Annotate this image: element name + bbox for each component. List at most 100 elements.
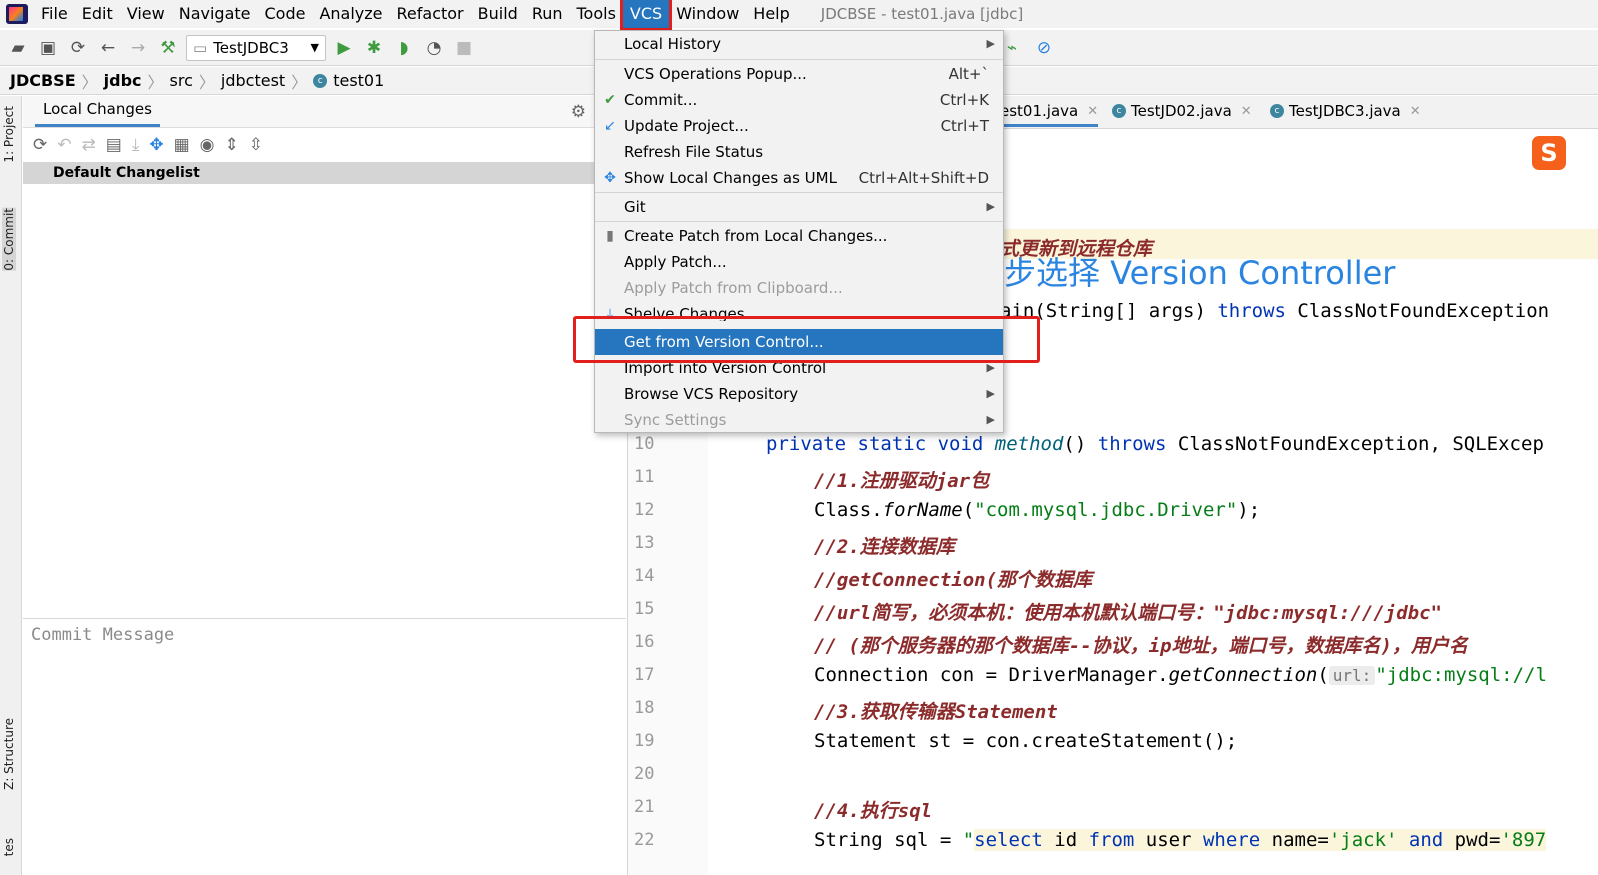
tab-testjd02[interactable]: c TestJD02.java ✕ bbox=[1112, 102, 1252, 120]
expand-all-icon[interactable]: ⇕ bbox=[224, 135, 238, 155]
menu-item-commit[interactable]: ✔ Commit... Ctrl+K bbox=[595, 87, 1003, 113]
code-line-18: //3.获取传输器Statement bbox=[814, 701, 1058, 723]
code-line-12: Class.forName("com.mysql.jdbc.Driver"); bbox=[814, 499, 1261, 521]
tool-tab-project[interactable]: 1: Project bbox=[2, 106, 16, 163]
breadcrumb-item[interactable]: jdbc bbox=[104, 71, 142, 90]
tool-tab-favorites[interactable]: tes bbox=[2, 838, 16, 856]
no-entry-icon[interactable]: ⊘ bbox=[1032, 36, 1056, 60]
code-line-19: Statement st = con.createStatement(); bbox=[814, 730, 1238, 752]
default-changelist[interactable]: Default Changelist bbox=[23, 162, 626, 184]
line-number: 17 bbox=[634, 665, 655, 685]
menubar: File Edit View Navigate Code Analyze Ref… bbox=[0, 0, 1598, 31]
tab-label: TestJDBC3.java bbox=[1289, 102, 1401, 120]
code-line-17: Connection con = DriverManager.getConnec… bbox=[814, 664, 1547, 686]
menu-item-vcs-ops-popup[interactable]: VCS Operations Popup... Alt+` bbox=[595, 61, 1003, 87]
run-config-label: TestJDBC3 bbox=[213, 38, 289, 57]
menu-item-local-history[interactable]: Local History ▶ bbox=[595, 31, 1003, 57]
tab-test01[interactable]: est01.java ✕ bbox=[1000, 102, 1099, 127]
run-config-icon: ▭ bbox=[193, 38, 208, 57]
save-icon[interactable]: ▣ bbox=[36, 36, 60, 60]
tab-label: TestJD02.java bbox=[1131, 102, 1232, 120]
menu-edit[interactable]: Edit bbox=[75, 0, 120, 28]
close-icon[interactable]: ✕ bbox=[1087, 104, 1098, 119]
menu-view[interactable]: View bbox=[120, 0, 172, 28]
uml-icon: ✥ bbox=[604, 170, 616, 186]
tab-local-changes[interactable]: Local Changes bbox=[35, 100, 160, 127]
menu-tools[interactable]: Tools bbox=[570, 0, 623, 28]
menu-item-sync-settings[interactable]: Sync Settings ▶ bbox=[595, 407, 1003, 433]
java-class-icon: c bbox=[313, 73, 328, 88]
breadcrumb-separator: 〉 bbox=[291, 72, 308, 92]
shelve-icon[interactable]: ✥ bbox=[149, 135, 163, 155]
gear-icon[interactable]: ⚙ bbox=[571, 102, 586, 122]
update-icon[interactable]: ⤓ bbox=[132, 135, 140, 155]
line-number: 13 bbox=[634, 533, 655, 553]
code-line-14: //getConnection(那个数据库 bbox=[814, 569, 1093, 591]
close-icon[interactable]: ✕ bbox=[1241, 104, 1252, 119]
eye-icon[interactable]: ◉ bbox=[200, 135, 215, 155]
breadcrumb-item[interactable]: test01 bbox=[333, 71, 384, 90]
menu-analyze[interactable]: Analyze bbox=[312, 0, 389, 28]
code-line-10: private static void method() throws Clas… bbox=[766, 433, 1544, 455]
menu-file[interactable]: File bbox=[34, 0, 75, 28]
run-icon[interactable]: ▶ bbox=[332, 36, 356, 60]
forward-icon[interactable]: → bbox=[126, 36, 150, 60]
tutorial-annotation: 第三步选择 Version Controller bbox=[940, 254, 1396, 292]
sync-icon[interactable]: ⟳ bbox=[66, 36, 90, 60]
run-configuration-select[interactable]: ▭ TestJDBC3 ▼ bbox=[186, 34, 326, 61]
menu-help[interactable]: Help bbox=[746, 0, 796, 28]
line-number: 15 bbox=[634, 599, 655, 619]
chevron-down-icon: ▼ bbox=[310, 41, 319, 54]
menu-item-apply-patch[interactable]: Apply Patch... bbox=[595, 249, 1003, 275]
menu-refactor[interactable]: Refactor bbox=[390, 0, 471, 28]
tab-testjdbc3[interactable]: c TestJDBC3.java ✕ bbox=[1270, 102, 1421, 120]
menu-separator bbox=[595, 59, 1003, 60]
line-number: 22 bbox=[634, 830, 655, 850]
breadcrumb-item[interactable]: src bbox=[170, 71, 193, 90]
submenu-arrow-icon: ▶ bbox=[986, 413, 995, 426]
menu-item-refresh-status[interactable]: Refresh File Status bbox=[595, 139, 1003, 165]
breadcrumb-item[interactable]: jdbctest bbox=[221, 71, 285, 90]
menu-navigate[interactable]: Navigate bbox=[172, 0, 258, 28]
close-icon[interactable]: ✕ bbox=[1410, 104, 1421, 119]
java-class-icon: c bbox=[1112, 104, 1126, 118]
menu-separator bbox=[595, 221, 1003, 222]
diff-icon[interactable]: ⇄ bbox=[82, 135, 96, 155]
tool-tab-commit[interactable]: 0: Commit bbox=[2, 208, 16, 271]
menu-item-update-project[interactable]: ↙ Update Project... Ctrl+T bbox=[595, 113, 1003, 139]
menu-build[interactable]: Build bbox=[471, 0, 525, 28]
menu-item-git[interactable]: Git ▶ bbox=[595, 194, 1003, 220]
update-arrow-icon: ↙ bbox=[604, 118, 616, 134]
menu-item-apply-clipboard[interactable]: Apply Patch from Clipboard... bbox=[595, 275, 1003, 301]
line-number: 21 bbox=[634, 797, 655, 817]
menu-item-browse-repo[interactable]: Browse VCS Repository ▶ bbox=[595, 381, 1003, 407]
breadcrumb-item[interactable]: JDCBSE bbox=[10, 71, 76, 90]
line-number: 18 bbox=[634, 698, 655, 718]
menu-run[interactable]: Run bbox=[525, 0, 570, 28]
menu-code[interactable]: Code bbox=[258, 0, 313, 28]
rollback-icon[interactable]: ↶ bbox=[57, 135, 71, 155]
checkmark-icon: ✔ bbox=[604, 92, 616, 108]
menu-item-create-patch[interactable]: ▮ Create Patch from Local Changes... bbox=[595, 223, 1003, 249]
changelist-icon[interactable]: ▤ bbox=[106, 135, 122, 155]
refresh-icon[interactable]: ⟳ bbox=[33, 135, 47, 155]
menu-window[interactable]: Window bbox=[669, 0, 746, 28]
code-line-22: String sql = "select id from user where … bbox=[814, 829, 1547, 851]
commit-message-field[interactable]: Commit Message bbox=[23, 618, 626, 875]
menu-vcs[interactable]: VCS bbox=[619, 0, 673, 31]
intellij-logo-icon bbox=[6, 4, 28, 24]
stop-icon[interactable]: ■ bbox=[452, 36, 476, 60]
coverage-icon[interactable]: ◗ bbox=[392, 36, 416, 60]
menu-separator bbox=[595, 192, 1003, 193]
menu-item-show-uml[interactable]: ✥ Show Local Changes as UML Ctrl+Alt+Shift… bbox=[595, 165, 1003, 191]
tool-tab-structure[interactable]: Z: Structure bbox=[2, 718, 16, 790]
collapse-all-icon[interactable]: ⇳ bbox=[249, 135, 263, 155]
open-folder-icon[interactable]: ▰ bbox=[6, 36, 30, 60]
profile-icon[interactable]: ◔ bbox=[422, 36, 446, 60]
debug-icon[interactable]: ✱ bbox=[362, 36, 386, 60]
breadcrumb-separator: 〉 bbox=[147, 72, 164, 92]
build-hammer-icon[interactable]: ⚒ bbox=[156, 36, 180, 60]
line-number: 14 bbox=[634, 566, 655, 586]
back-icon[interactable]: ← bbox=[96, 36, 120, 60]
group-icon[interactable]: ▦ bbox=[174, 135, 190, 155]
